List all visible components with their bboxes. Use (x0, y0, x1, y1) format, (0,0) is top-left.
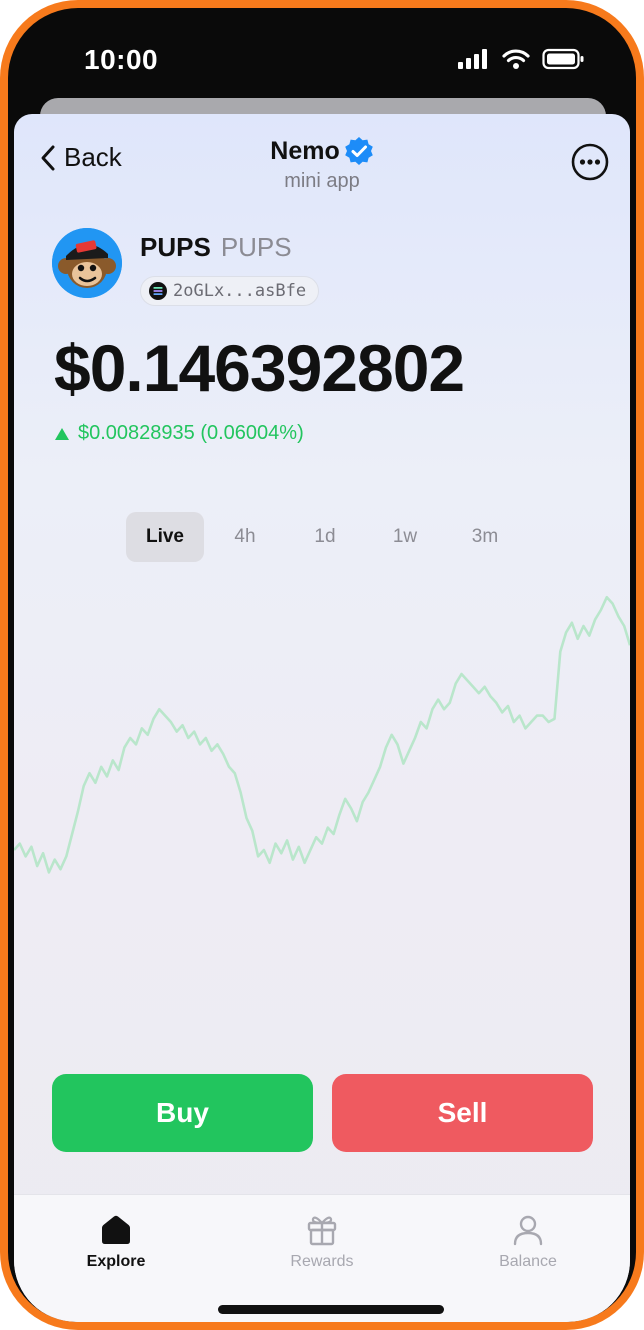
nav-title-block: Nemo mini app (14, 136, 630, 193)
contract-address-pill[interactable]: 2oGLx...asBfe (140, 276, 320, 306)
token-symbol: PUPS (220, 232, 292, 262)
nav-title-row: Nemo (270, 136, 373, 166)
nav-bar: Back Nemo mini app (14, 114, 630, 214)
status-icons (458, 48, 584, 70)
price-change: $0.00828935 (0.06004%) (54, 422, 304, 445)
contract-address: 2oGLx...asBfe (173, 281, 307, 301)
buy-button[interactable]: Buy (52, 1074, 313, 1152)
device-bezel: 10:00 Back Nemo mini app PUPS PUPS 2oGLx… (8, 8, 636, 1322)
price-series-line (14, 595, 630, 874)
token-avatar (52, 228, 122, 298)
page-subtitle: mini app (284, 170, 360, 192)
range-option-live[interactable]: Live (126, 512, 204, 562)
person-icon (513, 1215, 543, 1246)
verified-badge-icon (344, 137, 373, 165)
tab-rewards[interactable]: Rewards (262, 1213, 382, 1271)
trade-actions: Buy Sell (52, 1074, 594, 1152)
range-option-3m[interactable]: 3m (446, 512, 524, 562)
home-indicator (218, 1305, 444, 1314)
more-options-button[interactable] (570, 142, 610, 187)
tab-label: Rewards (290, 1253, 354, 1270)
range-option-4h[interactable]: 4h (206, 512, 284, 562)
monkey-mascot-icon (52, 228, 122, 298)
token-name: PUPS (140, 232, 211, 262)
range-option-1d[interactable]: 1d (286, 512, 364, 562)
status-time: 10:00 (84, 44, 159, 75)
solana-icon (149, 282, 167, 300)
page-title: Nemo (270, 136, 340, 165)
status-bar: 10:00 (8, 8, 636, 108)
tab-balance[interactable]: Balance (468, 1213, 588, 1271)
tab-explore[interactable]: Explore (56, 1213, 176, 1271)
gift-icon (307, 1216, 337, 1246)
range-option-1w[interactable]: 1w (366, 512, 444, 562)
token-name-line: PUPS PUPS (140, 232, 292, 263)
mini-app-screen: Back Nemo mini app PUPS PUPS 2oGLx...asB… (14, 114, 630, 1322)
triangle-up-icon (55, 427, 69, 440)
more-horizontal-icon (571, 143, 609, 181)
cellular-signal-icon (458, 49, 487, 69)
tab-bar: Explore Rewards Balance (14, 1194, 630, 1322)
tab-label: Balance (499, 1253, 557, 1270)
wifi-icon (502, 49, 530, 69)
tab-label: Explore (86, 1253, 146, 1270)
battery-icon (542, 48, 584, 70)
time-range-selector: Live 4h 1d 1w 3m (126, 512, 524, 562)
price-chart (14, 595, 630, 874)
home-icon (102, 1215, 130, 1244)
device-frame: 10:00 Back Nemo mini app PUPS PUPS 2oGLx… (0, 0, 644, 1330)
token-price: $0.146392802 (54, 331, 465, 405)
sell-button[interactable]: Sell (332, 1074, 593, 1152)
price-change-text: $0.00828935 (0.06004%) (78, 422, 304, 444)
